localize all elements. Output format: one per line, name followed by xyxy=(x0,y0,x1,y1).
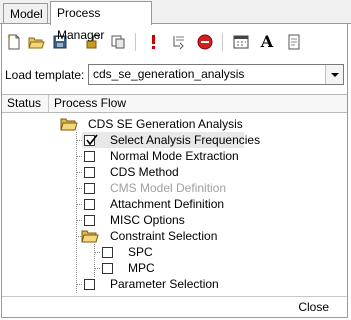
checkbox[interactable] xyxy=(84,279,95,290)
list-item-label: Parameter Selection xyxy=(110,277,219,291)
checkbox[interactable] xyxy=(84,215,95,226)
toolbar-separator xyxy=(135,33,136,51)
tab-model[interactable]: Model xyxy=(3,3,48,24)
list-item[interactable]: MISC Options xyxy=(82,212,302,228)
checkbox[interactable] xyxy=(84,167,95,178)
close-button[interactable]: Close xyxy=(298,300,329,314)
tab-process-manager[interactable]: Process Manager xyxy=(50,1,152,42)
list-item-label: Attachment Definition xyxy=(110,197,225,211)
list-item-label: SPC xyxy=(128,245,153,259)
checkbox xyxy=(84,183,95,194)
warning-icon[interactable] xyxy=(144,33,162,51)
list-item[interactable]: Select Analysis Frequencies xyxy=(82,132,260,148)
checkbox[interactable] xyxy=(102,263,113,274)
tree-group-label: Constraint Selection xyxy=(110,229,218,243)
calendar-icon[interactable] xyxy=(232,33,250,51)
list-item-label: Normal Mode Extraction xyxy=(110,149,239,163)
tree-group[interactable]: Constraint Selection xyxy=(2,228,347,244)
open-folder-icon[interactable] xyxy=(27,33,45,51)
process-manager-panel: A Load template: cds_se_generation_analy… xyxy=(1,24,348,318)
checkbox[interactable] xyxy=(84,134,98,146)
list-item[interactable]: MPC xyxy=(100,260,250,276)
step-forward-icon[interactable] xyxy=(170,33,188,51)
toolbar: A xyxy=(2,30,347,54)
stop-icon[interactable] xyxy=(196,33,214,51)
open-folder-icon xyxy=(81,230,99,243)
list-item-label: CDS Method xyxy=(110,165,179,179)
list-item[interactable]: SPC xyxy=(100,244,250,260)
list-item[interactable]: Normal Mode Extraction xyxy=(82,148,302,164)
process-tree: CDS SE Generation Analysis Select Analys… xyxy=(2,114,347,296)
column-status[interactable]: Status xyxy=(2,95,48,112)
chevron-down-icon[interactable] xyxy=(325,65,343,84)
new-document-icon[interactable] xyxy=(5,33,23,51)
list-item-label: CMS Model Definition xyxy=(110,181,227,195)
check-icon xyxy=(86,134,98,146)
tab-bar: Model Process Manager xyxy=(0,0,351,42)
load-template-value: cds_se_generation_analysis xyxy=(93,67,245,81)
copy-icon[interactable] xyxy=(109,33,127,51)
checkbox[interactable] xyxy=(102,247,113,258)
checkbox[interactable] xyxy=(84,199,95,210)
column-process-flow[interactable]: Process Flow xyxy=(49,95,249,112)
list-item: CMS Model Definition xyxy=(82,180,302,196)
list-item[interactable]: CDS Method xyxy=(82,164,302,180)
list-item-label: MPC xyxy=(128,261,155,275)
tree-root[interactable]: CDS SE Generation Analysis xyxy=(2,116,347,132)
footer: Close xyxy=(2,296,347,317)
load-template-select[interactable]: cds_se_generation_analysis xyxy=(88,64,344,85)
list-item[interactable]: Attachment Definition xyxy=(82,196,302,212)
load-template-label: Load template: xyxy=(5,68,85,82)
list-item-label: Select Analysis Frequencies xyxy=(110,133,261,147)
open-folder-icon xyxy=(60,118,78,131)
font-icon[interactable]: A xyxy=(258,33,276,51)
list-item-label: MISC Options xyxy=(110,213,185,227)
notes-icon[interactable] xyxy=(285,33,303,51)
column-header: Status Process Flow xyxy=(2,94,347,113)
list-item[interactable]: Parameter Selection xyxy=(82,276,302,292)
tree-root-label: CDS SE Generation Analysis xyxy=(88,117,243,131)
toolbar-separator xyxy=(222,33,223,51)
checkbox[interactable] xyxy=(84,151,95,162)
tree-connector xyxy=(94,244,95,277)
